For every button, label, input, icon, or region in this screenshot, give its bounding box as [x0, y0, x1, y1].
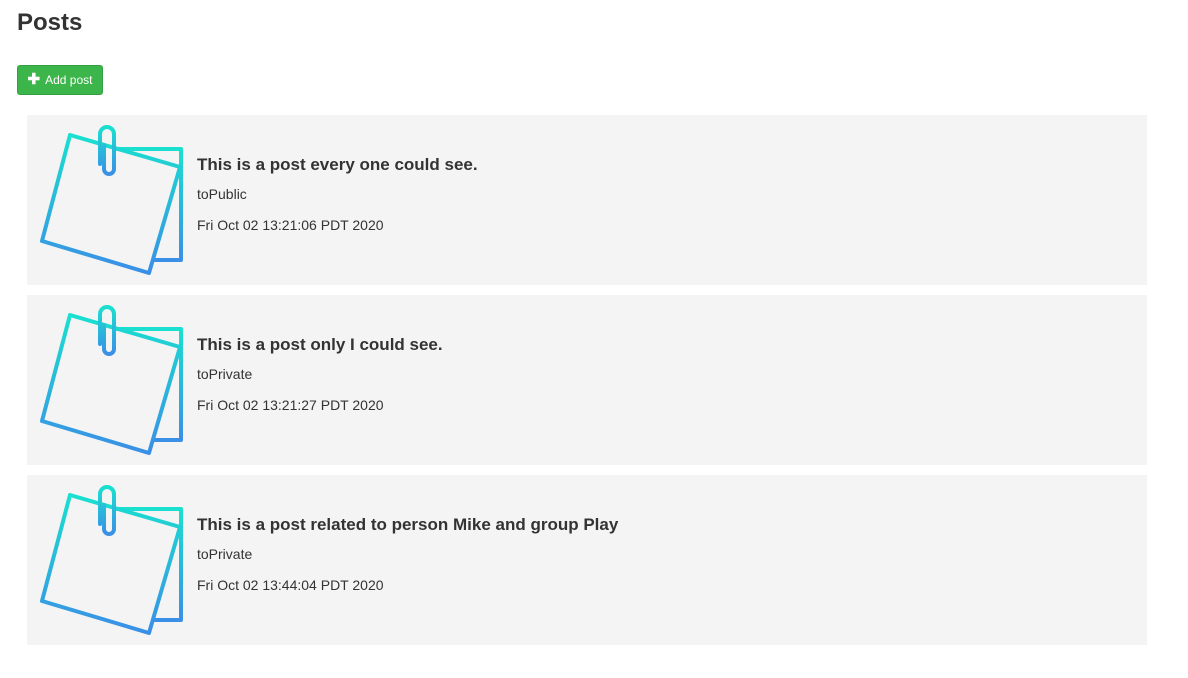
post-title: This is a post every one could see.	[197, 155, 478, 174]
post-card[interactable]: This is a post only I could see. toPriva…	[27, 295, 1147, 465]
sticky-note-icon	[40, 125, 183, 275]
post-date: Fri Oct 02 13:21:06 PDT 2020	[197, 217, 384, 233]
post-date: Fri Oct 02 13:21:27 PDT 2020	[197, 397, 384, 413]
post-visibility: toPublic	[197, 186, 247, 202]
plus-icon: ✚	[27, 70, 41, 88]
post-title: This is a post only I could see.	[197, 335, 443, 354]
post-date: Fri Oct 02 13:44:04 PDT 2020	[197, 577, 384, 593]
post-list: This is a post every one could see. toPu…	[27, 115, 1147, 655]
post-visibility: toPrivate	[197, 546, 253, 562]
page-title: Posts	[17, 9, 83, 36]
add-post-label: Add post	[45, 73, 93, 87]
sticky-note-icon	[40, 305, 183, 455]
post-card[interactable]: This is a post every one could see. toPu…	[27, 115, 1147, 285]
post-visibility: toPrivate	[197, 366, 253, 382]
sticky-note-icon	[40, 485, 183, 635]
post-title: This is a post related to person Mike an…	[197, 515, 619, 534]
add-post-button[interactable]: ✚ Add post	[17, 65, 103, 95]
post-card[interactable]: This is a post related to person Mike an…	[27, 475, 1147, 645]
